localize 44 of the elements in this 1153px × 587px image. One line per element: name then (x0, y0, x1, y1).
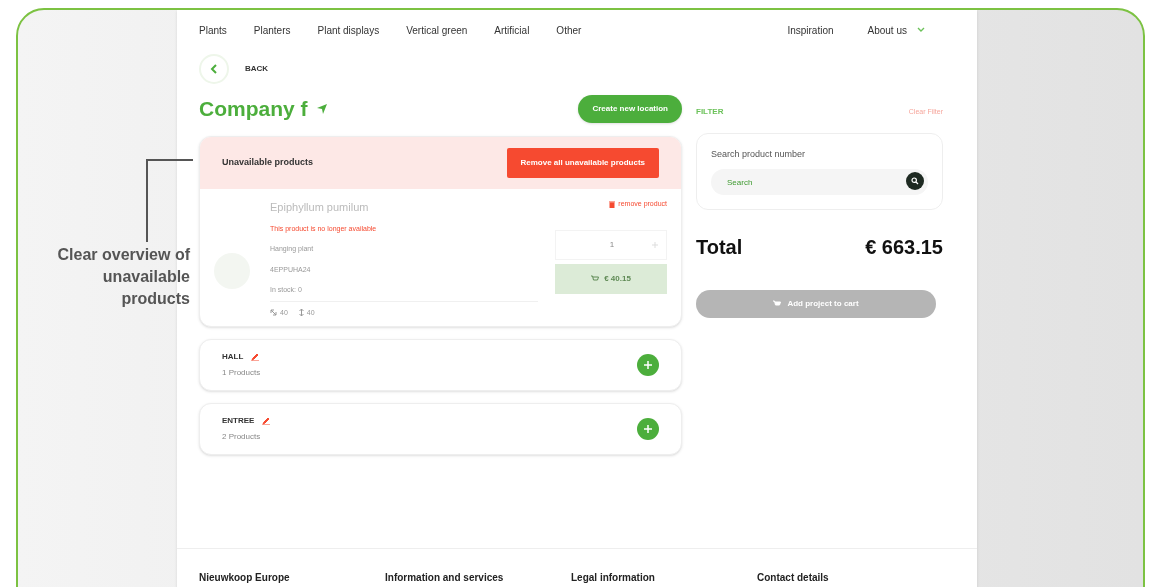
location-card[interactable]: HALL 1 Products (199, 339, 682, 391)
nav-link[interactable]: Plants (199, 22, 227, 38)
trash-icon (609, 200, 616, 208)
product-count: 1 Products (222, 367, 261, 379)
product-count: 2 Products (222, 431, 262, 443)
navigation-arrow-icon (315, 103, 328, 115)
page-title: Company f (199, 96, 308, 123)
nav-link[interactable]: Other (556, 22, 582, 38)
add-button[interactable] (637, 354, 659, 376)
search-label: Search product number (711, 148, 807, 161)
plus-icon (644, 425, 652, 433)
nav-link[interactable]: Vertical green (406, 22, 468, 38)
product-name: Epiphyllum pumilum (270, 200, 370, 215)
nav-link[interactable]: Inspiration (787, 22, 834, 38)
total-label: Total (696, 235, 743, 260)
back-button[interactable] (199, 54, 229, 84)
vertical-arrow-icon (298, 309, 304, 317)
chevron-down-icon[interactable] (917, 27, 925, 33)
footer-heading: Contact details (757, 571, 830, 585)
remove-all-button[interactable]: Remove all unavailable products (506, 148, 659, 178)
nav-link[interactable]: Artificial (494, 22, 530, 38)
footer-heading: Legal information (571, 571, 656, 585)
nav-link[interactable]: Plant displays (317, 22, 380, 38)
location-card[interactable]: ENTREE 2 Products (199, 403, 682, 455)
location-name: ENTREE (222, 415, 255, 427)
diagonal-arrow-icon (270, 309, 277, 317)
annotation-text: Clear overview of unavailable products (56, 245, 190, 309)
plus-icon (644, 361, 652, 369)
back-link[interactable]: BACK (245, 63, 269, 75)
chevron-left-icon (210, 64, 218, 74)
search-field[interactable]: Search (711, 169, 928, 195)
cart-icon (591, 274, 600, 283)
cart-icon (773, 300, 782, 308)
location-name: HALL (222, 351, 244, 363)
pencil-icon[interactable] (251, 353, 260, 361)
filter-heading: FILTER (696, 106, 724, 118)
footer-heading: Information and services (385, 571, 505, 585)
nav-link[interactable]: Planters (253, 22, 291, 38)
nav-link[interactable]: About us (867, 22, 907, 38)
add-button[interactable] (637, 418, 659, 440)
section-title: Unavailable products (222, 156, 314, 170)
footer-heading: Nieuwkoop Europe (199, 571, 291, 585)
pencil-icon[interactable] (262, 417, 271, 425)
total-value: € 663.15 (865, 235, 943, 260)
